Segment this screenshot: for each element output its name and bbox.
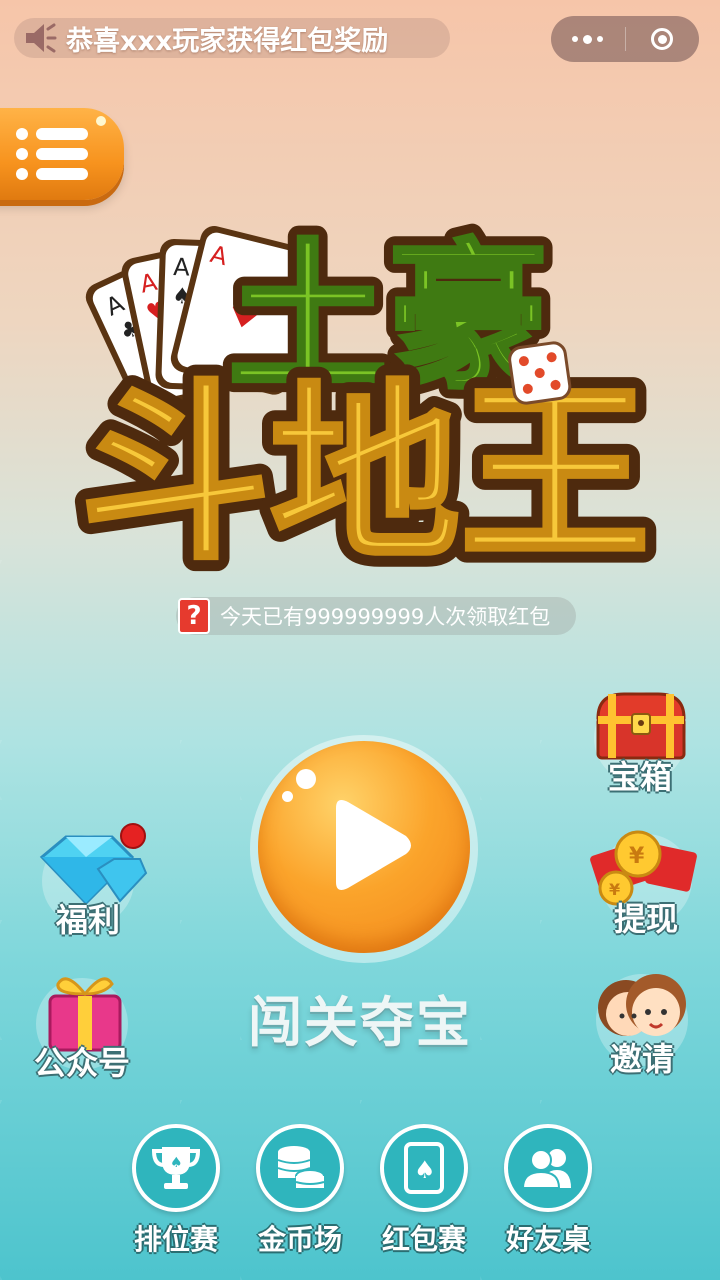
game-logo: A ♣ A ♥ A ♠ A ♦ 土豪 土豪 斗地王 斗地王 xyxy=(60,195,670,598)
invite-label: 邀请 xyxy=(609,1040,674,1078)
dice-icon xyxy=(508,341,572,405)
welfare-label: 福利 xyxy=(55,901,120,939)
nav-coin-label: 金币场 xyxy=(257,1223,342,1256)
withdraw-label: 提现 xyxy=(613,900,678,938)
card-spade-icon: ♠ xyxy=(380,1124,468,1212)
notification-dot xyxy=(120,823,146,849)
coin-stack-icon xyxy=(256,1124,344,1212)
nav-ranked-label: 排位赛 xyxy=(133,1223,218,1256)
nav-redpacket-match[interactable]: ♠ 红包赛 xyxy=(364,1124,484,1264)
mini-program-capsule xyxy=(551,16,699,62)
nav-friend-table[interactable]: 好友桌 xyxy=(488,1124,608,1264)
play-button[interactable] xyxy=(258,741,470,953)
official-account-label: 公众号 xyxy=(33,1044,130,1082)
svg-text:♠: ♠ xyxy=(170,1155,183,1171)
invite-button[interactable]: 邀请 xyxy=(582,964,702,1084)
menu-button[interactable] xyxy=(0,108,124,200)
trophy-icon: ♠ xyxy=(132,1124,220,1212)
speaker-icon xyxy=(20,18,60,58)
counter-text: 今天已有999999999人次领取红包 xyxy=(220,605,551,629)
nav-coin-room[interactable]: 金币场 xyxy=(240,1124,360,1264)
svg-text:♠: ♠ xyxy=(414,1156,436,1184)
treasure-chest-button[interactable]: 宝箱 xyxy=(580,682,700,802)
svg-text:¥: ¥ xyxy=(629,844,645,869)
official-account-button[interactable]: 公众号 xyxy=(22,968,142,1088)
play-icon xyxy=(336,800,411,890)
svg-text:A: A xyxy=(173,253,191,282)
notice-bar: 恭喜xxx玩家获得红包奖励 xyxy=(14,18,450,58)
question-icon[interactable]: ? xyxy=(178,598,210,634)
play-label[interactable]: 闯关夺宝 xyxy=(200,978,520,1057)
target-close-icon[interactable] xyxy=(626,16,700,62)
redpacket-counter: ? 今天已有999999999人次领取红包 xyxy=(176,597,576,635)
more-dots-icon[interactable] xyxy=(551,16,625,62)
withdraw-button[interactable]: ¥ ¥ 提现 xyxy=(586,824,706,944)
notice-text: 恭喜xxx玩家获得红包奖励 xyxy=(66,25,389,57)
nav-friend-label: 好友桌 xyxy=(505,1223,590,1256)
nav-redpacket-label: 红包赛 xyxy=(381,1223,466,1256)
nav-ranked-match[interactable]: ♠ 排位赛 xyxy=(116,1124,236,1264)
treasure-chest-label: 宝箱 xyxy=(607,758,672,796)
people-icon xyxy=(504,1124,592,1212)
